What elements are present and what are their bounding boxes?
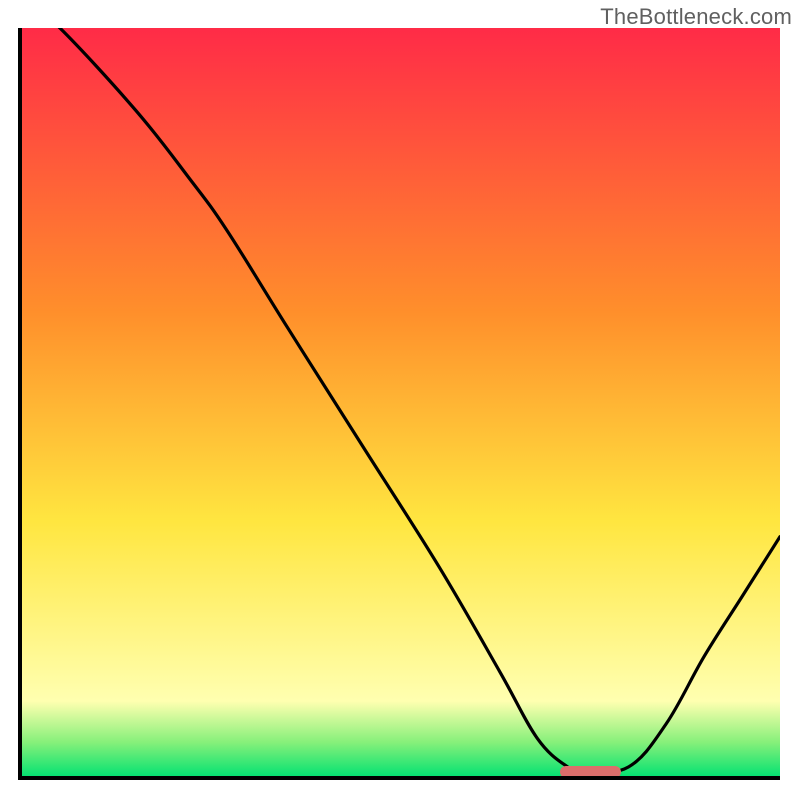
bottleneck-curve xyxy=(22,28,780,776)
sweet-spot-marker xyxy=(560,766,621,778)
chart-container: TheBottleneck.com xyxy=(0,0,800,800)
plot-area xyxy=(18,28,780,780)
watermark-text: TheBottleneck.com xyxy=(600,4,792,30)
